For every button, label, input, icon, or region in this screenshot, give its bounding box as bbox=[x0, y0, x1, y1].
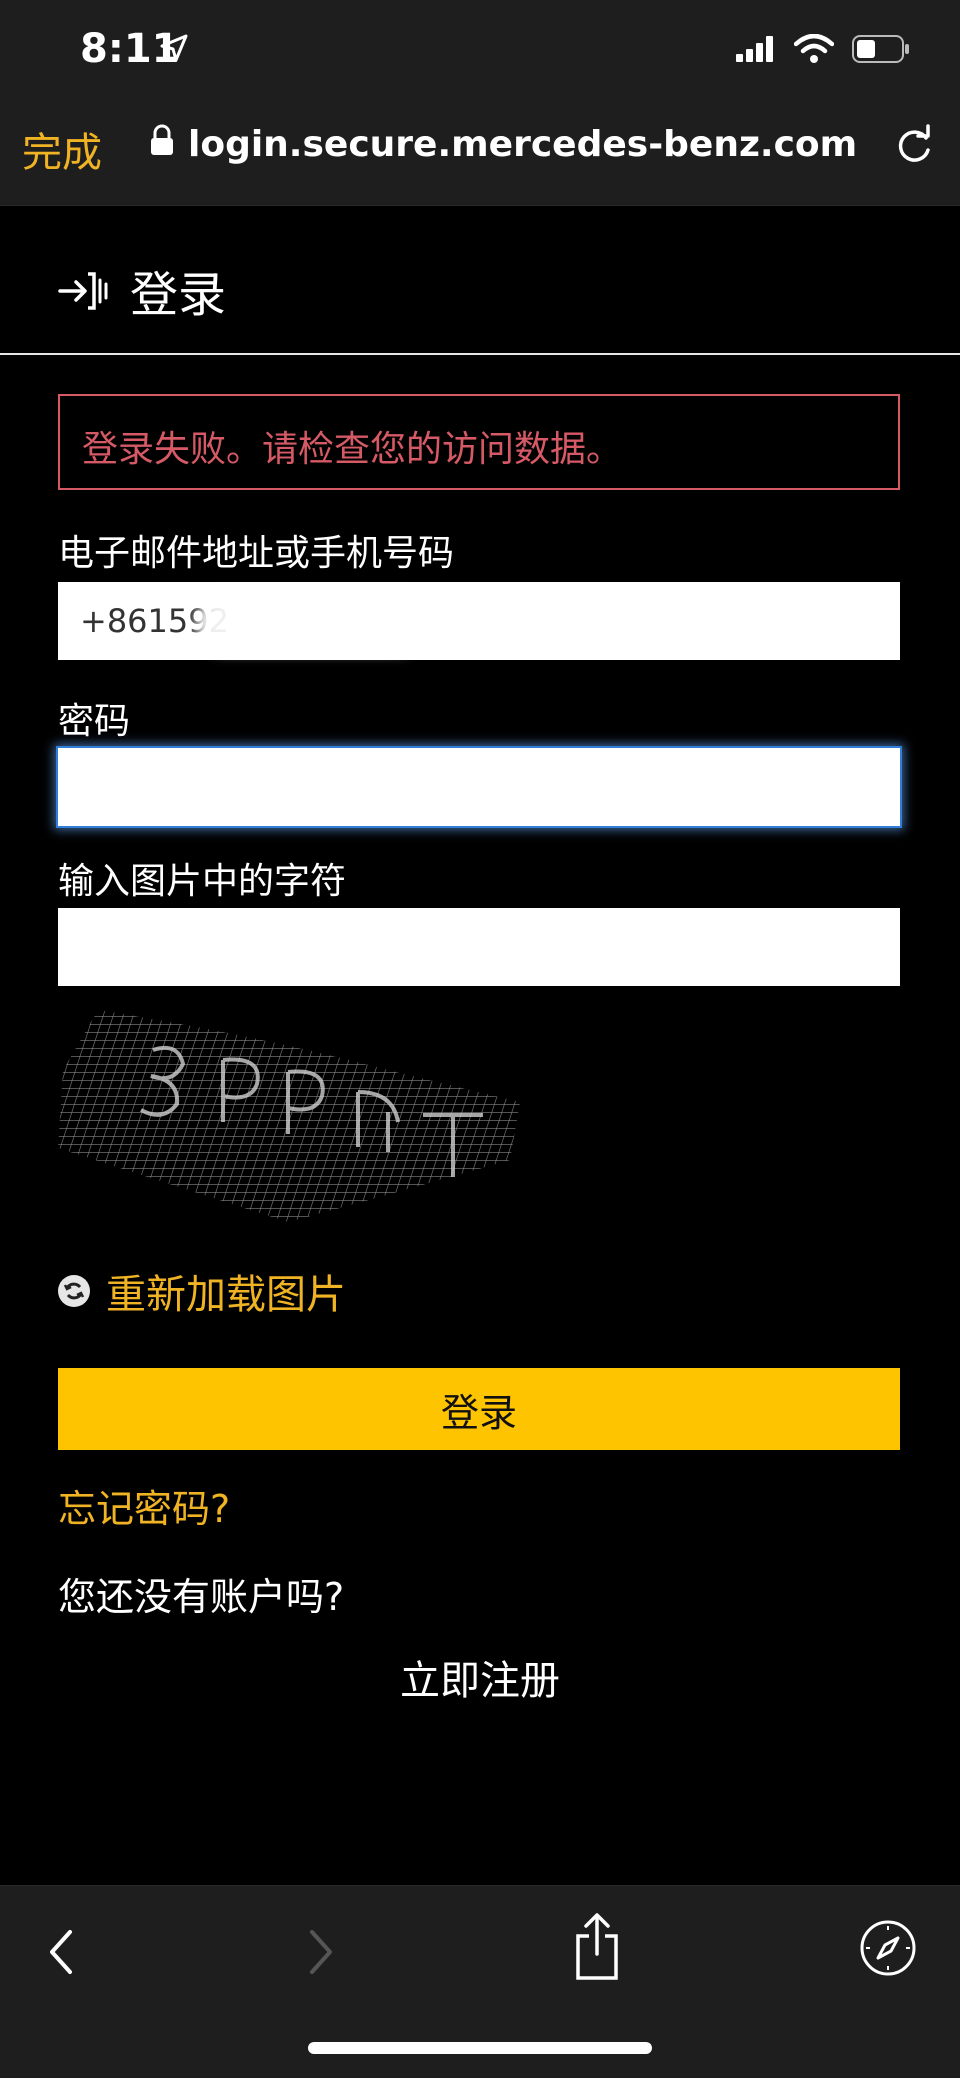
redaction-blur bbox=[196, 594, 426, 652]
wifi-icon bbox=[793, 33, 835, 68]
status-indicators bbox=[736, 33, 910, 68]
signal-icon bbox=[736, 36, 776, 66]
page-title: 登录 bbox=[130, 267, 227, 323]
captcha-image bbox=[58, 1010, 520, 1222]
captcha-label: 输入图片中的字符 bbox=[58, 861, 347, 902]
compass-icon[interactable] bbox=[858, 1918, 918, 1982]
share-icon[interactable] bbox=[572, 1912, 622, 1986]
home-indicator bbox=[308, 2042, 652, 2054]
back-icon[interactable] bbox=[44, 1924, 80, 1984]
reload-image-link[interactable]: 重新加载图片 bbox=[58, 1262, 346, 1320]
captcha-field[interactable] bbox=[58, 908, 900, 986]
password-label: 密码 bbox=[58, 701, 131, 742]
refresh-icon bbox=[58, 1275, 90, 1307]
location-arrow-icon bbox=[160, 34, 188, 66]
error-message: 登录失败。请检查您的访问数据。 bbox=[82, 429, 623, 470]
forgot-password-link[interactable]: 忘记密码? bbox=[58, 1478, 230, 1533]
register-link[interactable]: 立即注册 bbox=[400, 1658, 560, 1704]
login-icon bbox=[58, 271, 108, 315]
lock-icon bbox=[150, 124, 174, 165]
no-account-text: 您还没有账户吗? bbox=[58, 1575, 345, 1619]
page-reload-icon[interactable] bbox=[892, 124, 936, 172]
password-field[interactable] bbox=[56, 746, 902, 828]
login-header: 登录 bbox=[0, 205, 960, 355]
email-field[interactable] bbox=[58, 582, 900, 660]
email-label: 电子邮件地址或手机号码 bbox=[58, 533, 455, 574]
done-button[interactable]: 完成 bbox=[22, 120, 102, 178]
url-text: login.secure.mercedes-benz.com bbox=[188, 124, 858, 165]
battery-icon bbox=[852, 35, 910, 67]
forward-icon[interactable] bbox=[302, 1924, 338, 1984]
error-message-box: 登录失败。请检查您的访问数据。 bbox=[58, 394, 900, 490]
url-field[interactable]: login.secure.mercedes-benz.com bbox=[150, 124, 857, 165]
login-button[interactable]: 登录 bbox=[58, 1368, 900, 1450]
status-bar: 8:11 bbox=[0, 0, 960, 110]
register-link-row: 立即注册 bbox=[0, 1648, 960, 1706]
browser-url-bar: 完成 login.secure.mercedes-benz.com bbox=[0, 110, 960, 206]
reload-image-label: 重新加载图片 bbox=[106, 1272, 346, 1318]
